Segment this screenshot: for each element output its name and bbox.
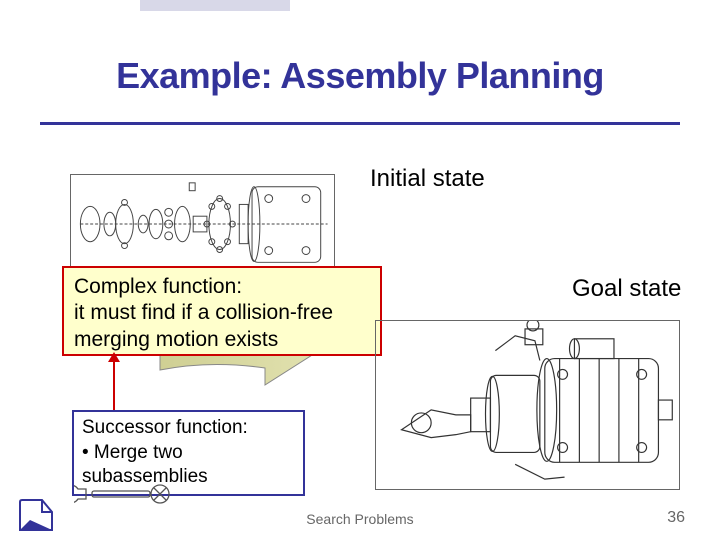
top-accent-bar [140,0,290,11]
pointer-line [113,356,115,410]
label-goal-state: Goal state [572,275,681,303]
pointer-arrowhead-icon [108,352,120,362]
successor-line1: Successor function: [82,416,295,441]
figure-initial-state [70,174,335,279]
slide-title: Example: Assembly Planning [0,55,720,97]
footer-page-number: 36 [667,509,685,527]
footer-title: Search Problems [0,511,720,527]
label-initial-state: Initial state [370,165,485,193]
figure-goal-state [375,320,680,490]
callout-complex-text: Complex function: it must find if a coll… [74,275,333,351]
wrench-icon [74,481,174,507]
callout-complex-function: Complex function: it must find if a coll… [62,266,382,356]
slide: Example: Assembly Planning Initial state [0,0,720,540]
title-underline [40,122,680,124]
